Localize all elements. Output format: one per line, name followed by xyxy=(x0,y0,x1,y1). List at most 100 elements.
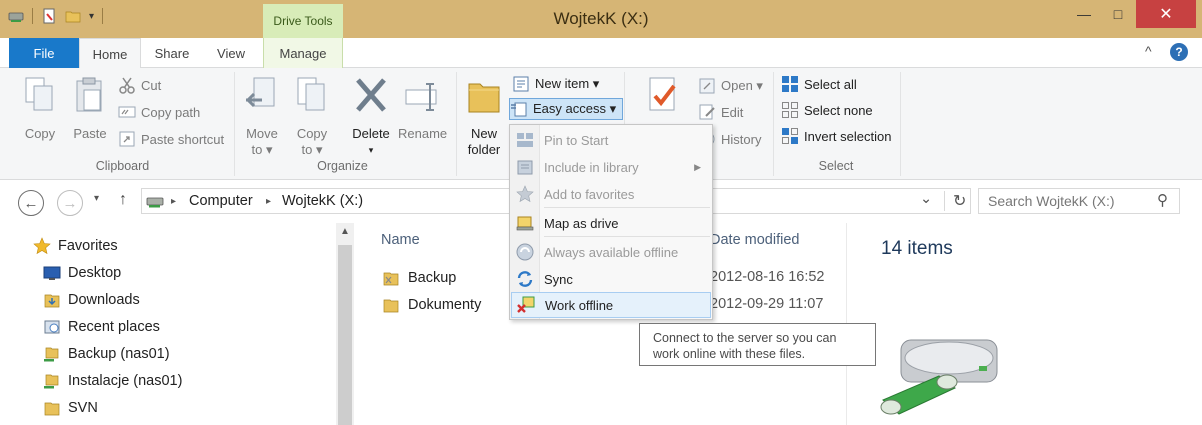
scroll-up-arrow-icon[interactable]: ▲ xyxy=(336,226,354,237)
nav-favorites-label: Favorites xyxy=(58,238,118,254)
up-button[interactable]: ↑ xyxy=(119,191,127,209)
tab-home[interactable]: Home xyxy=(79,38,141,69)
menu-item-include-in-library[interactable]: Include in library ▶ xyxy=(511,154,711,180)
folder-icon xyxy=(468,83,500,113)
forward-button[interactable]: → xyxy=(57,190,83,216)
nav-pane-scroll-thumb[interactable] xyxy=(338,245,352,425)
easy-access-label: Easy access ▾ xyxy=(533,101,617,116)
nav-item-backup-nas01[interactable]: Backup (nas01) xyxy=(43,343,170,365)
properties-button[interactable] xyxy=(640,76,684,126)
menu-separator xyxy=(544,236,710,237)
minimize-button[interactable]: — xyxy=(1067,0,1101,28)
tab-file[interactable]: File xyxy=(9,38,79,68)
group-divider xyxy=(456,72,457,176)
breadcrumb-separator[interactable]: ▸ xyxy=(266,196,271,207)
back-button[interactable]: ← xyxy=(18,190,44,216)
help-icon[interactable]: ? xyxy=(1170,43,1188,61)
refresh-icon[interactable]: ↻ xyxy=(944,191,966,211)
delete-dropdown-icon[interactable]: ▾ xyxy=(348,142,394,158)
menu-item-pin-to-start[interactable]: Pin to Start xyxy=(511,127,711,153)
file-row[interactable]: Backup xyxy=(382,267,456,289)
menu-item-add-to-favorites[interactable]: Add to favorites xyxy=(511,181,711,207)
search-icon[interactable]: ⚲ xyxy=(1157,191,1168,209)
invert-selection-icon xyxy=(782,128,798,144)
column-header-name[interactable]: Name xyxy=(381,232,420,248)
collapse-ribbon-icon[interactable]: ^ xyxy=(1145,43,1152,59)
file-row[interactable]: Dokumenty xyxy=(382,294,481,316)
invert-selection-label: Invert selection xyxy=(804,128,892,144)
file-date: 2012-08-16 16:52 xyxy=(710,269,825,285)
breadcrumb-drive[interactable]: WojtekK (X:) xyxy=(282,193,363,209)
maximize-button[interactable]: □ xyxy=(1101,0,1135,28)
new-folder-button[interactable]: New folder xyxy=(462,76,506,158)
new-item-button[interactable]: New item ▾ xyxy=(512,73,599,95)
paste-button[interactable]: Paste xyxy=(68,76,112,142)
breadcrumb-computer[interactable]: Computer xyxy=(189,193,253,209)
paste-shortcut-button[interactable]: Paste shortcut xyxy=(118,128,224,150)
copy-button[interactable]: Copy xyxy=(18,76,62,142)
open-button[interactable]: Open ▾ xyxy=(698,75,763,97)
nav-item-label: Downloads xyxy=(68,292,140,308)
navigation-pane: Favorites Desktop Downloads Recent place… xyxy=(0,223,336,425)
nav-item-desktop[interactable]: Desktop xyxy=(43,262,121,284)
nav-item-instalacje-nas01[interactable]: Instalacje (nas01) xyxy=(43,370,182,392)
address-dropdown-icon[interactable]: ⌄ xyxy=(920,191,932,207)
menu-item-sync[interactable]: Sync xyxy=(511,266,711,292)
work-offline-tooltip: Connect to the server so you can work on… xyxy=(639,323,876,366)
copy-to-button[interactable]: Copy to ▾ xyxy=(290,76,334,158)
select-all-icon xyxy=(782,76,798,92)
copy-label: Copy xyxy=(24,126,56,141)
nav-item-label: Desktop xyxy=(68,265,122,281)
nav-item-downloads[interactable]: Downloads xyxy=(43,289,140,311)
copy-to-icon xyxy=(297,77,325,111)
tooltip-line: Connect to the server so you can xyxy=(653,331,837,345)
nav-item-recent-places[interactable]: Recent places xyxy=(43,316,160,338)
group-divider xyxy=(234,72,235,176)
title-bar: ▾ Drive Tools WojtekK (X:) — □ ✕ xyxy=(0,0,1202,38)
move-to-icon xyxy=(245,77,275,108)
select-none-icon xyxy=(782,102,798,118)
tab-view[interactable]: View xyxy=(203,38,259,68)
search-placeholder: Search WojtekK (X:) xyxy=(988,193,1115,209)
breadcrumb-separator[interactable]: ▸ xyxy=(171,196,176,207)
copy-path-button[interactable]: Copy path xyxy=(118,101,200,123)
search-input[interactable]: Search WojtekK (X:) ⚲ xyxy=(978,188,1180,214)
delete-button[interactable]: Delete ▾ xyxy=(348,76,394,158)
delete-icon xyxy=(356,78,386,112)
easy-access-button[interactable]: Easy access ▾ xyxy=(509,98,624,120)
select-all-button[interactable]: Select all xyxy=(781,73,857,95)
desktop-icon xyxy=(43,266,61,280)
star-icon xyxy=(516,185,534,203)
column-header-date-modified[interactable]: Date modified xyxy=(710,232,799,248)
copy-to-label: Copy to ▾ xyxy=(296,126,328,157)
sync-icon xyxy=(517,271,533,287)
menu-item-label: Always available offline xyxy=(544,244,679,260)
tab-share[interactable]: Share xyxy=(143,38,201,68)
easy-access-menu: Pin to Start Include in library ▶ Add to… xyxy=(509,124,713,320)
group-divider xyxy=(900,72,901,176)
star-icon xyxy=(33,237,51,255)
edit-button[interactable]: Edit xyxy=(698,101,743,123)
easy-access-icon xyxy=(511,102,527,117)
menu-item-always-available-offline[interactable]: Always available offline xyxy=(511,239,711,265)
invert-selection-button[interactable]: Invert selection xyxy=(781,125,891,147)
nav-item-label: SVN xyxy=(68,400,98,416)
menu-item-label: Include in library xyxy=(544,159,639,175)
menu-separator xyxy=(544,207,710,208)
cut-button[interactable]: Cut xyxy=(118,74,161,96)
nav-item-svn[interactable]: SVN xyxy=(43,397,98,419)
close-button[interactable]: ✕ xyxy=(1136,0,1196,28)
tooltip-line: work online with these files. xyxy=(653,347,806,361)
drive-icon xyxy=(146,197,164,208)
menu-item-label: Work offline xyxy=(545,297,614,313)
rename-button[interactable]: Rename xyxy=(398,76,447,142)
tab-manage[interactable]: Manage xyxy=(263,38,343,68)
menu-item-work-offline[interactable]: Work offline xyxy=(511,292,711,318)
nav-item-favorites[interactable]: Favorites xyxy=(33,235,118,257)
menu-item-map-as-drive[interactable]: Map as drive xyxy=(511,210,711,236)
open-icon xyxy=(699,78,715,94)
folder-icon xyxy=(44,402,60,416)
select-none-button[interactable]: Select none xyxy=(781,99,873,121)
recent-locations-icon[interactable]: ▾ xyxy=(94,193,99,204)
move-to-button[interactable]: Move to ▾ xyxy=(240,76,284,158)
